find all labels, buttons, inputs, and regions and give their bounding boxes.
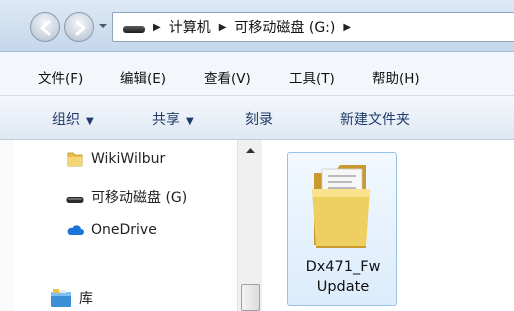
share-button[interactable]: 共享 ▼ [152,109,194,129]
navigation-pane: WikiWilbur 可移动磁盘 (G) OneDrive 库 [0,140,262,311]
library-icon [51,289,71,307]
arrow-right-icon [75,20,86,36]
command-bar: 组织 ▼ 共享 ▼ 刻录 新建文件夹 [0,96,514,140]
nav-item-library[interactable]: 库 [50,287,93,309]
recent-pages-dropdown[interactable] [97,20,109,32]
removable-drive-icon [66,197,84,203]
breadcrumb-computer[interactable]: 计算机 [169,17,211,37]
menu-help[interactable]: 帮助(H) [372,67,420,87]
drive-icon [123,23,145,35]
nav-item-label: WikiWilbur [91,151,166,167]
menu-bar: 文件(F) 编辑(E) 查看(V) 工具(T) 帮助(H) [0,52,514,96]
forward-button[interactable] [64,12,94,42]
scroll-up-icon[interactable] [238,143,263,157]
breadcrumb-separator-icon[interactable]: ▶ [153,22,161,33]
nav-pane-scrollbar[interactable] [237,140,262,311]
chevron-down-icon: ▼ [186,116,194,127]
organize-label: 组织 [52,112,80,128]
folder-icon [67,152,83,167]
address-box[interactable]: ▶ 计算机 ▶ 可移动磁盘 (G:) ▶ [112,12,514,42]
file-item-folder[interactable]: Dx471_Fw Update [287,152,397,306]
nav-item-onedrive[interactable]: OneDrive [66,219,157,241]
file-name-line2: Update [316,279,370,295]
pane-margin [0,140,14,311]
onedrive-cloud-icon [67,225,84,235]
file-name-line1: Dx471_Fw [305,259,381,275]
nav-item-label: 可移动磁盘 (G) [91,190,188,206]
menu-view[interactable]: 查看(V) [204,67,251,87]
nav-item-wikiwilbur[interactable]: WikiWilbur [66,148,165,170]
nav-item-label: 库 [79,291,93,307]
scrollbar-thumb[interactable] [241,284,260,311]
folder-icon [312,165,370,248]
file-list: Dx471_Fw Update [263,140,514,311]
menu-file[interactable]: 文件(F) [38,67,83,87]
burn-button[interactable]: 刻录 [245,109,273,129]
back-button[interactable] [30,12,60,42]
share-label: 共享 [152,112,180,128]
address-toolbar: ▶ 计算机 ▶ 可移动磁盘 (G:) ▶ [0,0,514,52]
organize-button[interactable]: 组织 ▼ [52,109,94,129]
menu-tools[interactable]: 工具(T) [289,67,335,87]
breadcrumb-removable-drive[interactable]: 可移动磁盘 (G:) [234,17,335,37]
arrow-left-icon [40,20,51,36]
nav-item-removable-drive[interactable]: 可移动磁盘 (G) [66,186,187,208]
nav-item-label: OneDrive [91,222,157,238]
new-folder-button[interactable]: 新建文件夹 [340,109,410,129]
file-name: Dx471_Fw Update [288,257,398,297]
menu-edit[interactable]: 编辑(E) [120,67,166,87]
breadcrumb-separator-icon[interactable]: ▶ [343,22,351,33]
chevron-down-icon: ▼ [86,116,94,127]
breadcrumb-separator-icon[interactable]: ▶ [219,22,227,33]
